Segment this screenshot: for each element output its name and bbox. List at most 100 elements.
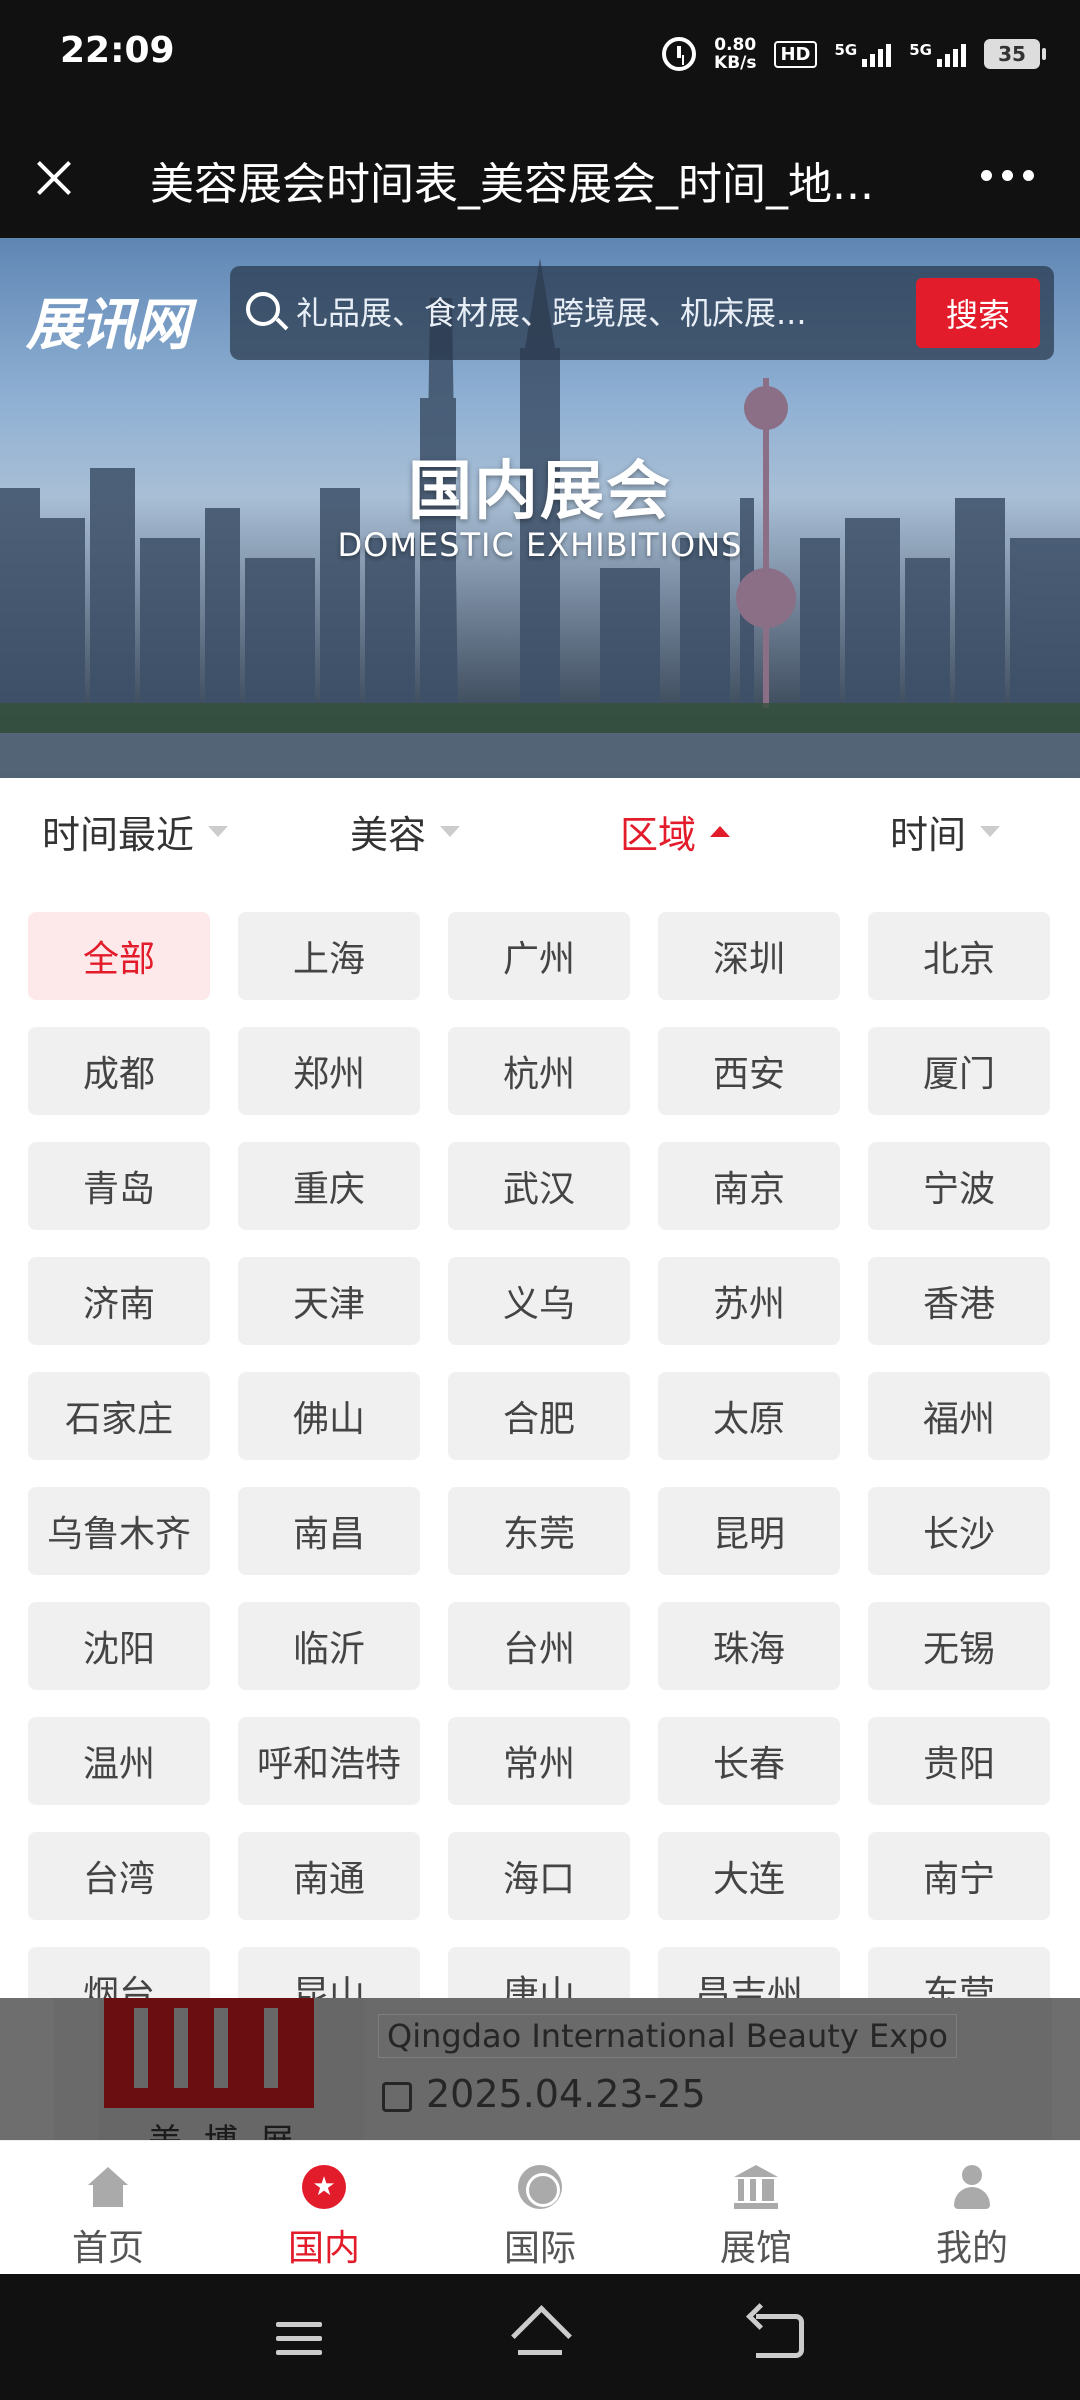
region-option[interactable]: 长沙 — [868, 1487, 1050, 1575]
region-option[interactable]: 杭州 — [448, 1027, 630, 1115]
filter-category-label: 美容 — [349, 812, 426, 857]
region-option[interactable]: 贵阳 — [868, 1717, 1050, 1805]
region-option[interactable]: 呼和浩特 — [238, 1717, 420, 1805]
region-option[interactable]: 宁波 — [868, 1142, 1050, 1230]
hero-title: 国内展会 — [408, 455, 672, 529]
region-option[interactable]: 南京 — [658, 1142, 840, 1230]
tab-home[interactable]: 首页 — [0, 2141, 216, 2274]
close-icon[interactable] — [28, 152, 80, 204]
network-speed-unit: KB/s — [714, 53, 757, 73]
search-bar: 搜索 — [230, 266, 1054, 360]
search-button[interactable]: 搜索 — [916, 278, 1040, 348]
region-option[interactable]: 沈阳 — [28, 1602, 210, 1690]
region-option[interactable]: 郑州 — [238, 1027, 420, 1115]
hero-subtitle: DOMESTIC EXHIBITIONS — [337, 526, 743, 564]
home-icon — [86, 2165, 130, 2209]
calendar-icon — [382, 2082, 412, 2112]
status-time: 22:09 — [60, 30, 175, 71]
menu-icon[interactable] — [276, 2322, 322, 2356]
bottom-tab-bar: 首页 ★ 国内 国际 展馆 我的 — [0, 2140, 1080, 2274]
filter-region-label: 区域 — [619, 812, 696, 857]
region-option[interactable]: 合肥 — [448, 1372, 630, 1460]
region-option[interactable]: 无锡 — [868, 1602, 1050, 1690]
hero-banner: 展讯网 搜索 国内展会 DOMESTIC EXHIBITIONS — [0, 238, 1080, 778]
region-option[interactable]: 乌鲁木齐 — [28, 1487, 210, 1575]
tab-international[interactable]: 国际 — [432, 2141, 648, 2274]
network-speed: 0.80 KB/s — [714, 36, 756, 72]
exhibition-card[interactable]: 美博展 Qingdao International Beauty Expo 20… — [54, 1998, 1052, 2140]
tab-venues[interactable]: 展馆 — [648, 2141, 864, 2274]
region-option[interactable]: 台州 — [448, 1602, 630, 1690]
globe-icon — [518, 2165, 562, 2209]
region-option[interactable]: 昆明 — [658, 1487, 840, 1575]
signal-icon-2: 5G — [909, 41, 966, 67]
tab-mine[interactable]: 我的 — [864, 2141, 1080, 2274]
region-option[interactable]: 佛山 — [238, 1372, 420, 1460]
region-option[interactable]: 天津 — [238, 1257, 420, 1345]
region-option[interactable]: 义乌 — [448, 1257, 630, 1345]
region-option[interactable]: 深圳 — [658, 912, 840, 1000]
signal-label-2: 5G — [909, 41, 932, 59]
region-option[interactable]: 昌吉州 — [658, 1947, 840, 1998]
filter-category[interactable]: 美容 — [270, 778, 540, 884]
caret-down-icon — [208, 825, 228, 837]
region-option[interactable]: 珠海 — [658, 1602, 840, 1690]
tab-domestic[interactable]: ★ 国内 — [216, 2141, 432, 2274]
region-option[interactable]: 南宁 — [868, 1832, 1050, 1920]
region-option[interactable]: 东莞 — [448, 1487, 630, 1575]
region-option[interactable]: 苏州 — [658, 1257, 840, 1345]
region-option[interactable]: 广州 — [448, 912, 630, 1000]
caret-down-icon — [440, 825, 460, 837]
region-option[interactable]: 重庆 — [238, 1142, 420, 1230]
status-icons: 0.80 KB/s HD 5G 5G 35 — [662, 36, 1046, 72]
region-option[interactable]: 厦门 — [868, 1027, 1050, 1115]
region-option[interactable]: 全部 — [28, 912, 210, 1000]
region-option[interactable]: 济南 — [28, 1257, 210, 1345]
filter-time-label: 时间 — [889, 812, 966, 857]
search-input[interactable] — [296, 286, 826, 340]
region-option[interactable]: 长春 — [658, 1717, 840, 1805]
region-option[interactable]: 台湾 — [28, 1832, 210, 1920]
region-option[interactable]: 北京 — [868, 912, 1050, 1000]
region-option[interactable]: 上海 — [238, 912, 420, 1000]
region-option[interactable]: 香港 — [868, 1257, 1050, 1345]
region-option[interactable]: 青岛 — [28, 1142, 210, 1230]
region-grid: 全部 上海 广州 深圳 北京成都 郑州 杭州 西安 厦门青岛 重庆 武汉 南京 宁波济南 天津 义乌 苏州 香港… — [28, 912, 1050, 1998]
region-option[interactable]: 福州 — [868, 1372, 1050, 1460]
exhibition-card-dimmed: 美博展 Qingdao International Beauty Expo 20… — [0, 1998, 1080, 2140]
filter-time[interactable]: 时间 — [810, 778, 1080, 884]
alarm-icon — [662, 37, 697, 71]
region-option[interactable]: 常州 — [448, 1717, 630, 1805]
filter-sort-label: 时间最近 — [41, 812, 194, 857]
region-option[interactable]: 临沂 — [238, 1602, 420, 1690]
more-icon[interactable] — [981, 170, 1034, 181]
exhibition-logo: 美博展 — [98, 1998, 364, 2140]
tab-mine-label: 我的 — [935, 2228, 1008, 2269]
exhibition-date: 2025.04.23-25 — [426, 2072, 706, 2116]
region-option[interactable]: 石家庄 — [28, 1372, 210, 1460]
tab-domestic-label: 国内 — [287, 2228, 360, 2269]
region-option[interactable]: 温州 — [28, 1717, 210, 1805]
region-option[interactable]: 昆山 — [238, 1947, 420, 1998]
region-option[interactable]: 武汉 — [448, 1142, 630, 1230]
region-option[interactable]: 大连 — [658, 1832, 840, 1920]
home-button-icon[interactable] — [512, 2310, 568, 2360]
network-speed-value: 0.80 — [714, 35, 757, 55]
tab-home-label: 首页 — [71, 2228, 144, 2269]
region-option[interactable]: 南通 — [238, 1832, 420, 1920]
status-bar: 22:09 0.80 KB/s HD 5G 5G 35 — [0, 0, 1080, 118]
back-icon[interactable] — [756, 2314, 804, 2358]
exhibition-logo-caption: 美博展 — [148, 2114, 316, 2140]
region-option[interactable]: 唐山 — [448, 1947, 630, 1998]
region-option[interactable]: 太原 — [658, 1372, 840, 1460]
region-option[interactable]: 成都 — [28, 1027, 210, 1115]
region-option[interactable]: 南昌 — [238, 1487, 420, 1575]
filter-region[interactable]: 区域 — [540, 778, 810, 884]
region-option[interactable]: 东营 — [868, 1947, 1050, 1998]
region-option[interactable]: 西安 — [658, 1027, 840, 1115]
region-option[interactable]: 烟台 — [28, 1947, 210, 1998]
filter-sort[interactable]: 时间最近 — [0, 778, 270, 884]
site-logo[interactable]: 展讯网 — [26, 280, 190, 361]
region-option[interactable]: 海口 — [448, 1832, 630, 1920]
system-navigation-bar — [0, 2274, 1080, 2400]
